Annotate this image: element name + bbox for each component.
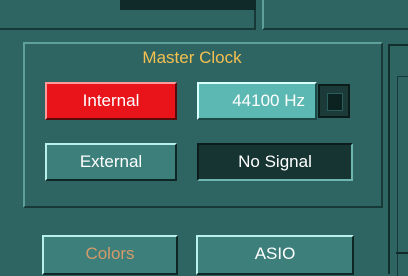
signal-status-display: No Signal [197,143,353,181]
lock-indicator-square [327,93,343,111]
asio-button[interactable]: ASIO [196,235,354,275]
sample-rate-value: 44100 Hz [232,91,305,110]
top-right-panel [262,0,408,30]
sample-rate-lock-indicator [318,84,350,118]
colors-button-label: Colors [85,244,135,263]
colors-button[interactable]: Colors [42,235,178,275]
internal-clock-button[interactable]: Internal [45,82,177,120]
sample-rate-display[interactable]: 44100 Hz [197,82,317,120]
right-side-frame-inner [397,76,408,276]
master-clock-title: Master Clock [142,48,242,67]
top-left-panel-dark-strip [120,0,256,10]
right-side-tick [396,252,408,254]
asio-button-label: ASIO [254,244,296,263]
external-clock-button[interactable]: External [45,143,177,181]
